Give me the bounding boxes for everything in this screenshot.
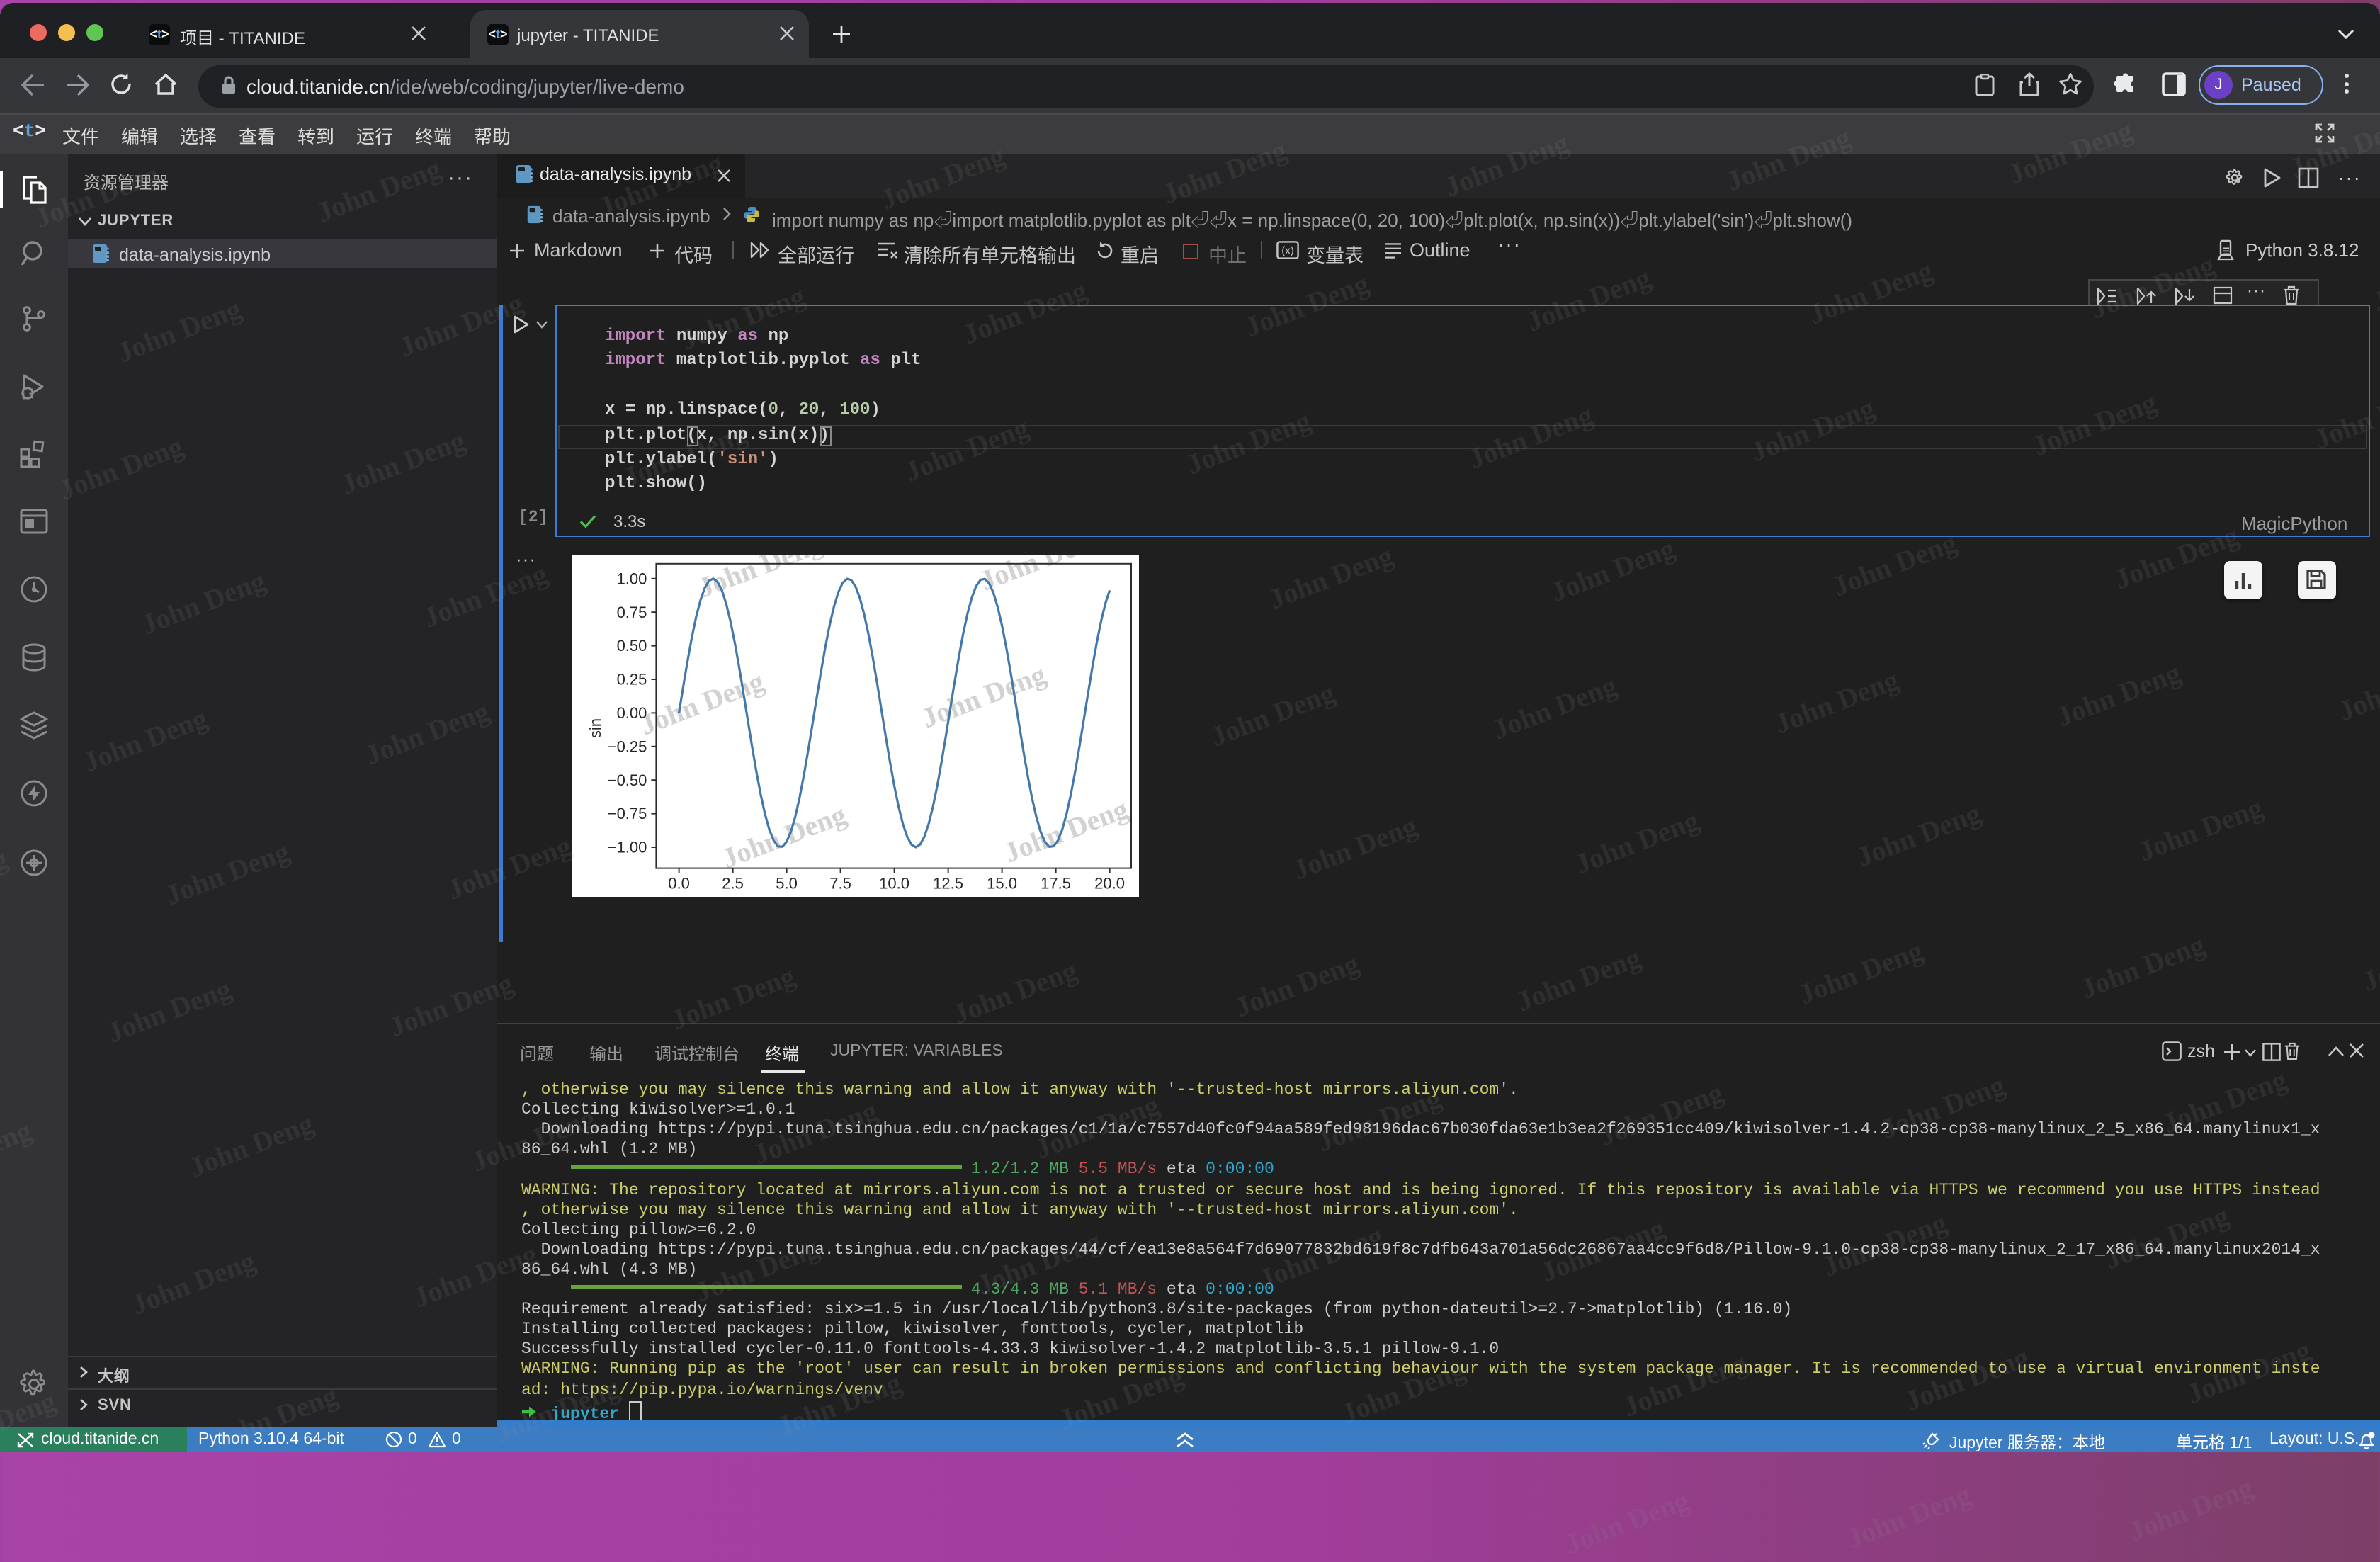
svg-text:1.00: 1.00 xyxy=(617,570,647,587)
svg-text:15.0: 15.0 xyxy=(987,875,1017,893)
svg-text:John Deng: John Deng xyxy=(917,658,1050,735)
svg-text:−0.75: −0.75 xyxy=(608,805,647,822)
svg-text:John Deng: John Deng xyxy=(718,798,850,875)
svg-text:0.75: 0.75 xyxy=(617,604,647,621)
svg-text:John Deng: John Deng xyxy=(999,793,1132,869)
svg-text:0.0: 0.0 xyxy=(668,875,690,893)
svg-text:John Deng: John Deng xyxy=(635,665,768,742)
svg-text:John Deng: John Deng xyxy=(975,555,1108,596)
svg-text:10.0: 10.0 xyxy=(879,875,910,893)
svg-text:5.0: 5.0 xyxy=(776,875,798,893)
svg-text:20.0: 20.0 xyxy=(1094,875,1125,893)
svg-text:17.5: 17.5 xyxy=(1041,875,1071,893)
svg-text:sin: sin xyxy=(586,718,604,738)
svg-text:−0.50: −0.50 xyxy=(608,771,647,789)
svg-text:12.5: 12.5 xyxy=(933,875,963,893)
svg-text:7.5: 7.5 xyxy=(829,875,851,893)
svg-text:0.25: 0.25 xyxy=(617,671,647,689)
svg-text:2.5: 2.5 xyxy=(722,875,744,893)
svg-text:−0.25: −0.25 xyxy=(608,737,647,755)
svg-text:0.00: 0.00 xyxy=(617,704,647,722)
svg-text:(x): (x) xyxy=(1281,245,1294,257)
svg-text:−1.00: −1.00 xyxy=(608,839,647,856)
svg-text:0.50: 0.50 xyxy=(617,637,647,655)
